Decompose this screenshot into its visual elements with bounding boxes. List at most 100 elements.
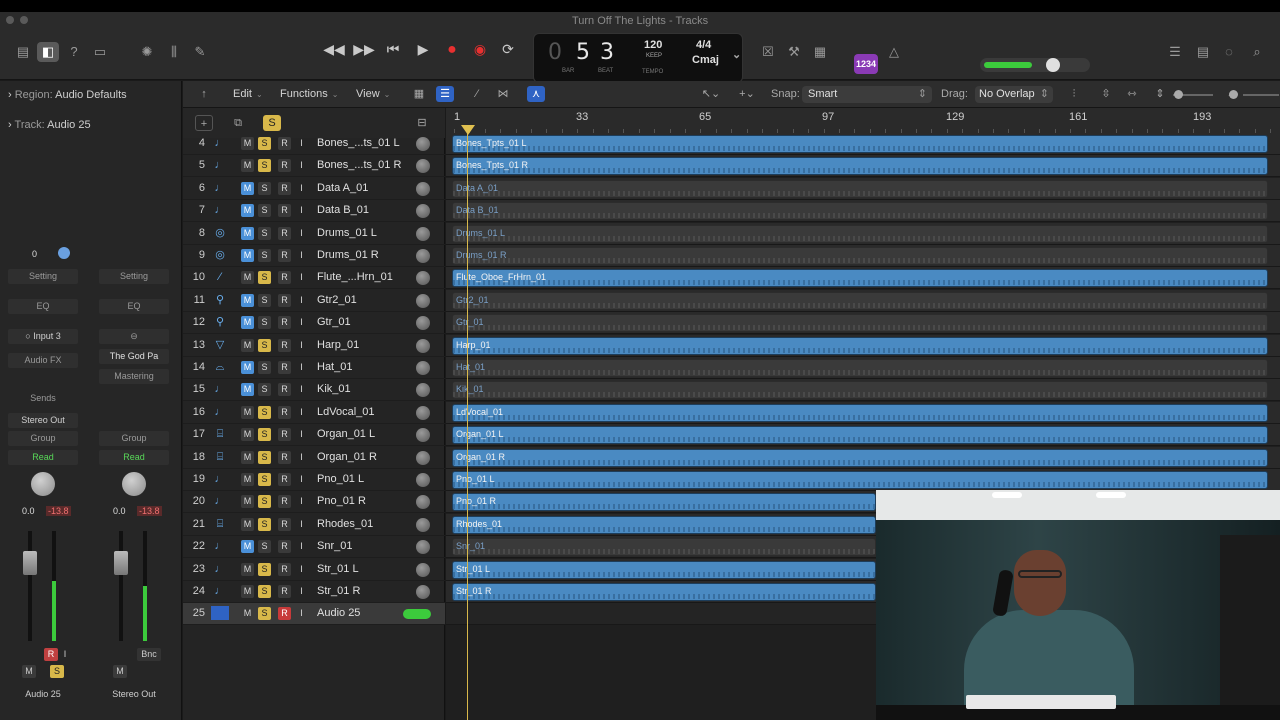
mute-button[interactable]: M: [241, 406, 254, 419]
track-volume-knob[interactable]: [416, 227, 430, 241]
track-header[interactable]: 4 ♩ M S R I Bones_...ts_01 L: [183, 133, 445, 155]
track-header[interactable]: 12 ⚲ M S R I Gtr_01: [183, 312, 445, 334]
track-header[interactable]: 21 ⌸ M S R I Rhodes_01: [183, 514, 445, 536]
solo-button[interactable]: S: [258, 227, 271, 240]
record-enable-button[interactable]: R: [278, 451, 291, 464]
solo-button[interactable]: S: [258, 339, 271, 352]
input-monitor-button[interactable]: I: [295, 294, 308, 307]
track-lane[interactable]: Harp_01: [446, 335, 1280, 357]
track-header[interactable]: 13 ▽ M S R I Harp_01: [183, 335, 445, 357]
list-view-icon[interactable]: ☰: [436, 86, 454, 102]
track-instrument-icon[interactable]: ♩: [211, 539, 229, 553]
mute-button[interactable]: M: [241, 383, 254, 396]
record-enable-button[interactable]: R: [278, 406, 291, 419]
input-monitor-button[interactable]: I: [295, 495, 308, 508]
add-track-icon[interactable]: +: [195, 115, 213, 131]
track-name[interactable]: Drums_01 L: [317, 227, 377, 239]
track-view-icon[interactable]: ⊟: [413, 115, 431, 131]
track-header[interactable]: 17 ⌸ M S R I Organ_01 L: [183, 424, 445, 446]
record-enable-button[interactable]: R: [278, 204, 291, 217]
track-lane[interactable]: Drums_01 L: [446, 223, 1280, 245]
input-monitor-button[interactable]: I: [295, 428, 308, 441]
toolbar-icon[interactable]: ▭: [89, 42, 111, 62]
track-header[interactable]: 14 ⌓ M S R I Hat_01: [183, 357, 445, 379]
mute-button[interactable]: M: [22, 665, 36, 678]
solo-button[interactable]: S: [258, 540, 271, 553]
go-to-start-icon[interactable]: ⏮: [381, 41, 405, 58]
solo-button[interactable]: S: [258, 137, 271, 150]
notepad-icon[interactable]: ▦: [809, 42, 831, 62]
mute-button[interactable]: M: [241, 540, 254, 553]
record-enable-button[interactable]: R: [278, 495, 291, 508]
track-volume-knob[interactable]: [416, 294, 430, 308]
mute-button[interactable]: M: [241, 316, 254, 329]
track-volume-knob[interactable]: [416, 204, 430, 218]
track-lane[interactable]: Pno_01 L: [446, 469, 1280, 491]
audio-region[interactable]: Hat_01: [452, 359, 1268, 377]
mute-button[interactable]: M: [241, 159, 254, 172]
record-enable-button[interactable]: R: [278, 159, 291, 172]
edit-menu[interactable]: Edit ⌄: [233, 88, 263, 100]
track-instrument-icon[interactable]: ♩: [211, 405, 229, 419]
solo-button[interactable]: S: [50, 665, 64, 678]
input-monitor-button[interactable]: I: [295, 518, 308, 531]
mute-button[interactable]: M: [241, 473, 254, 486]
lcd-display[interactable]: 0 5 3 BAR BEAT 120 KEEP TEMPO 4/4 Cmaj ⌄: [533, 33, 743, 83]
rewind-icon[interactable]: ◀◀: [322, 41, 346, 58]
lcd-key[interactable]: Cmaj: [692, 54, 719, 66]
master-volume-knob[interactable]: [1046, 58, 1060, 72]
flex-icon[interactable]: ⁄: [468, 86, 486, 102]
input-monitor-button[interactable]: I: [295, 159, 308, 172]
drag-select[interactable]: No Overlap ⇕: [975, 86, 1053, 103]
record-enable-button[interactable]: R: [44, 648, 58, 661]
audio-region[interactable]: Snr_01: [452, 538, 876, 556]
input-monitor-button[interactable]: I: [58, 648, 72, 661]
record-enable-button[interactable]: R: [278, 137, 291, 150]
duplicate-track-icon[interactable]: ⧉: [229, 115, 247, 131]
solo-button[interactable]: S: [258, 518, 271, 531]
bounce-icon[interactable]: ⋈: [494, 86, 512, 102]
metronome-icon[interactable]: △: [883, 42, 905, 62]
track-header[interactable]: 22 ♩ M S R I Snr_01: [183, 536, 445, 558]
track-header[interactable]: 16 ♩ M S R I LdVocal_01: [183, 402, 445, 424]
automation-mode[interactable]: Read: [99, 450, 169, 465]
solo-button[interactable]: S: [258, 159, 271, 172]
track-instrument-icon[interactable]: ⁄: [211, 270, 229, 284]
track-name[interactable]: Rhodes_01: [317, 518, 373, 530]
horizontal-zoom-slider[interactable]: [1243, 94, 1279, 96]
input-monitor-button[interactable]: I: [295, 182, 308, 195]
track-name[interactable]: Drums_01 R: [317, 249, 379, 261]
vertical-zoom-knob[interactable]: [1174, 90, 1183, 99]
record-enable-button[interactable]: R: [278, 339, 291, 352]
track-instrument-icon[interactable]: ◎: [211, 226, 229, 240]
audio-region[interactable]: LdVocal_01: [452, 404, 1268, 422]
mute-button[interactable]: M: [241, 294, 254, 307]
track-instrument-icon[interactable]: ♩: [211, 562, 229, 576]
track-instrument-icon[interactable]: ♩: [211, 584, 229, 598]
mute-button[interactable]: M: [241, 137, 254, 150]
track-header[interactable]: 10 ⁄ M S R I Flute_...Hrn_01: [183, 267, 445, 289]
track-volume-knob[interactable]: [416, 540, 430, 554]
input-monitor-button[interactable]: I: [295, 406, 308, 419]
solo-button[interactable]: S: [258, 361, 271, 374]
record-enable-button[interactable]: R: [278, 540, 291, 553]
record-enable-button[interactable]: R: [278, 182, 291, 195]
track-volume-knob[interactable]: [416, 518, 430, 532]
mastering-slot[interactable]: Mastering: [99, 369, 169, 384]
input-monitor-button[interactable]: I: [295, 563, 308, 576]
track-instrument-icon[interactable]: ♩: [211, 203, 229, 217]
pan-knob[interactable]: [31, 472, 55, 496]
audio-region[interactable]: Str_01 R: [452, 583, 876, 601]
track-lane[interactable]: Hat_01: [446, 357, 1280, 379]
track-name[interactable]: Organ_01 L: [317, 428, 375, 440]
track-volume-knob[interactable]: [416, 339, 430, 353]
audio-region[interactable]: Drums_01 L: [452, 225, 1268, 243]
audio-region[interactable]: Rhodes_01: [452, 516, 876, 534]
horizontal-zoom-knob[interactable]: [1229, 90, 1238, 99]
track-header[interactable]: 11 ⚲ M S R I Gtr2_01: [183, 290, 445, 312]
audio-region[interactable]: Gtr2_01: [452, 292, 1268, 310]
mute-button[interactable]: M: [241, 428, 254, 441]
track-instrument-icon[interactable]: ▽: [211, 338, 229, 352]
playhead-handle[interactable]: [461, 125, 475, 135]
track-name[interactable]: Audio 25: [317, 607, 360, 619]
